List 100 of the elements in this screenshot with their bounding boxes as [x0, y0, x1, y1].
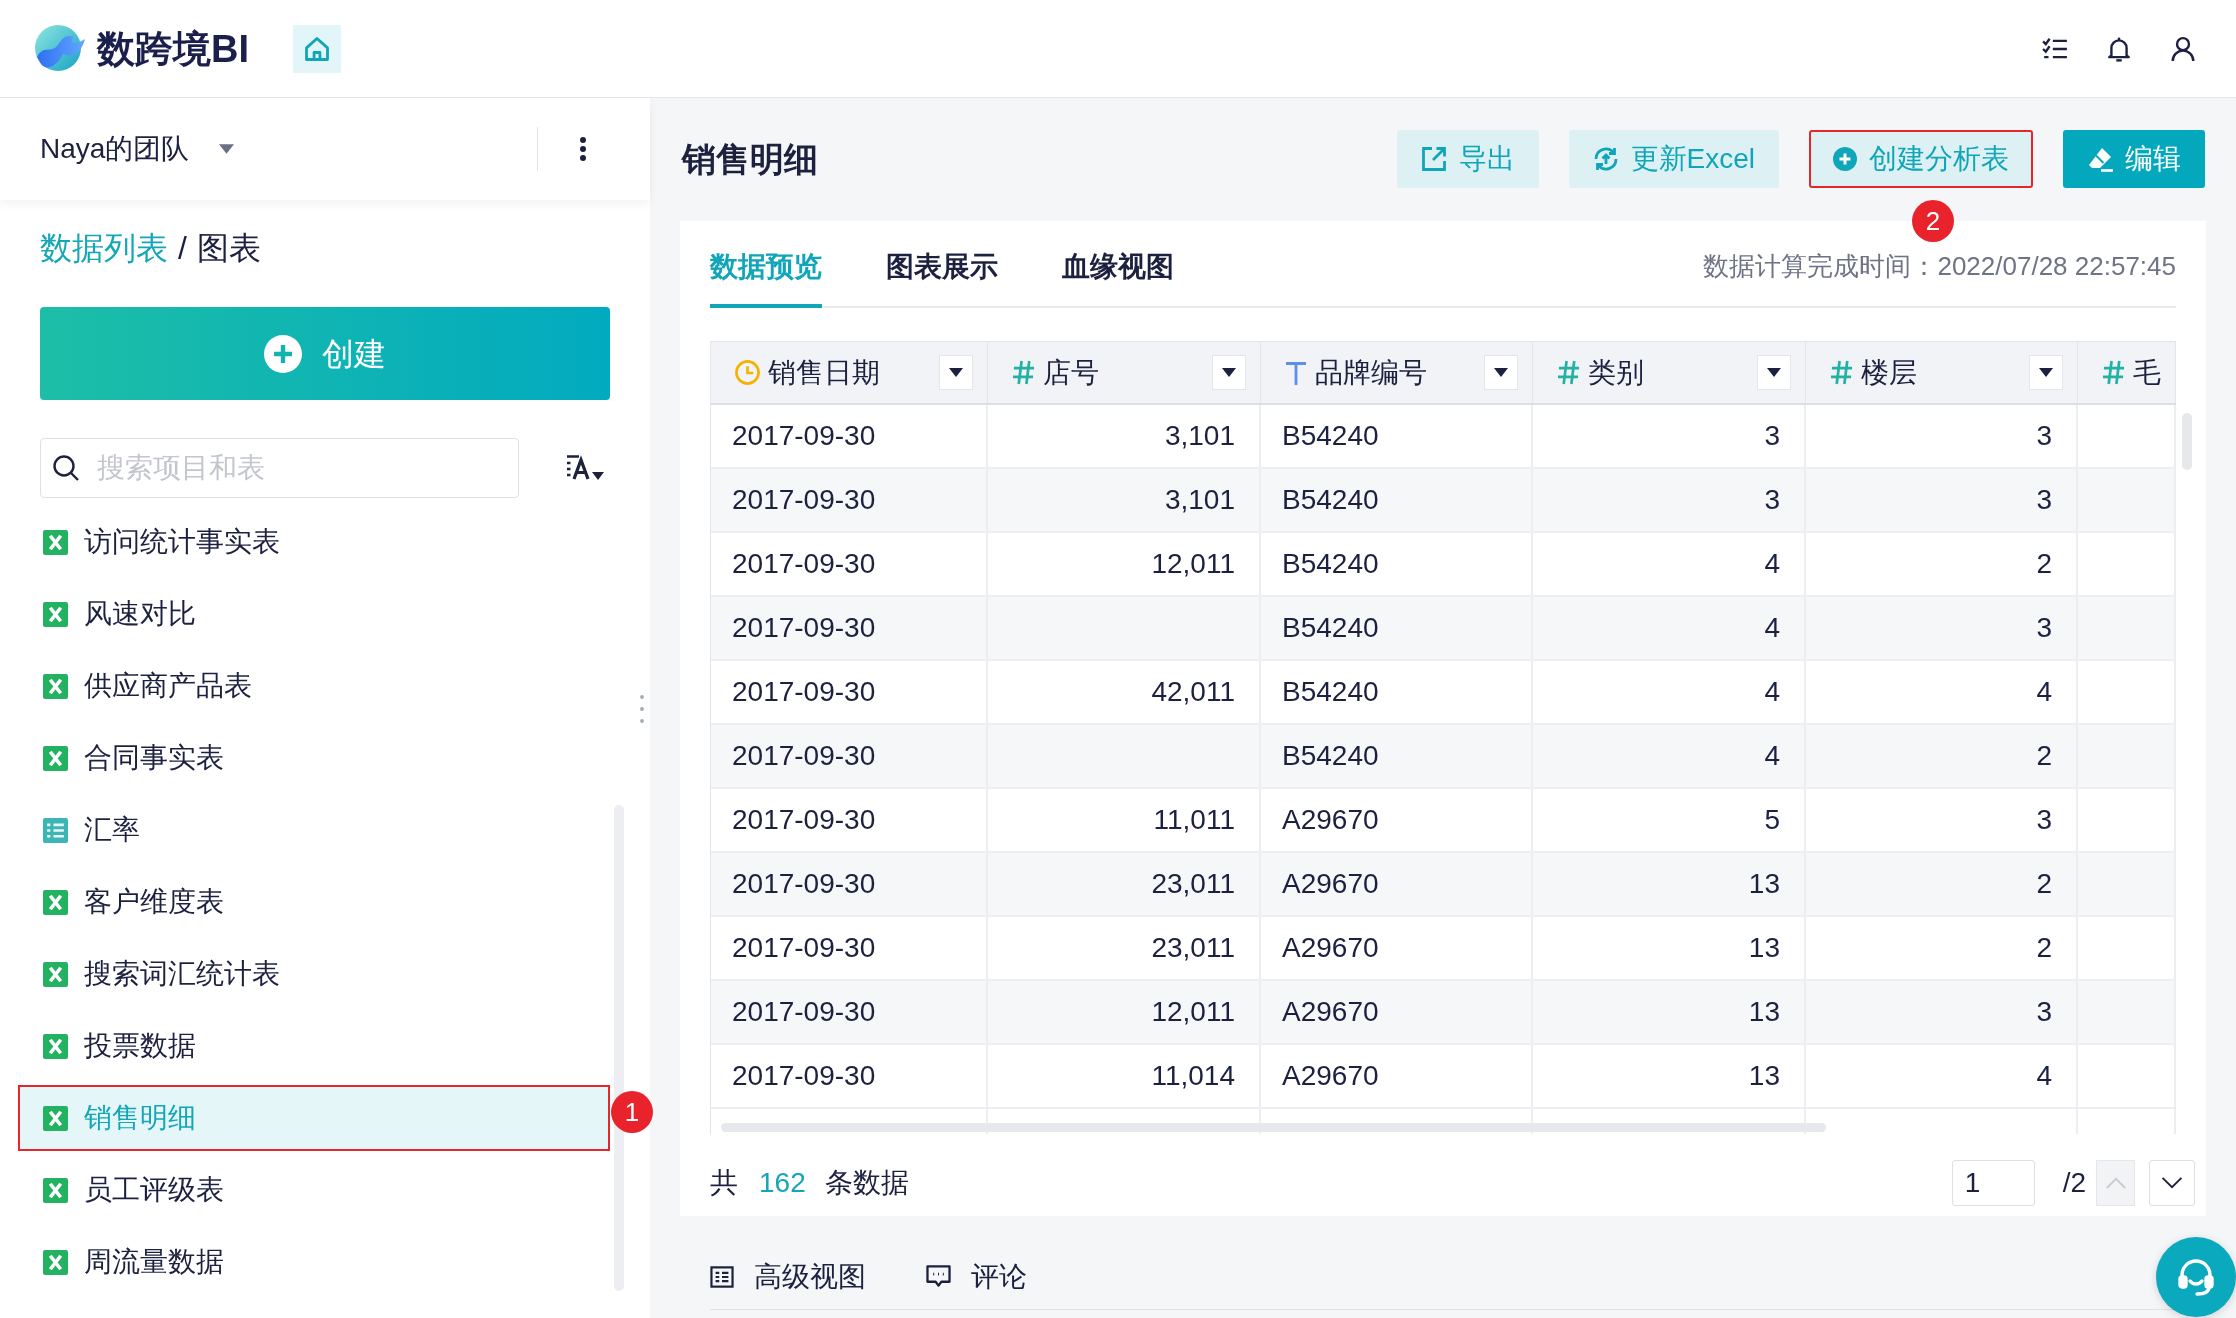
tab[interactable]: 血缘视图 — [1062, 221, 1174, 308]
step-marker: 1 — [611, 1091, 653, 1133]
spreadsheet-icon — [43, 529, 68, 555]
column-title: 毛 — [2133, 355, 2161, 390]
total-label: 条数据 — [824, 1166, 909, 1200]
caret-down-icon — [949, 368, 963, 377]
page-input[interactable]: 1 — [1951, 1160, 2035, 1206]
spreadsheet-icon — [43, 961, 68, 987]
table-cell: 3,101 — [988, 469, 1261, 531]
resize-handle-icon[interactable] — [640, 695, 644, 723]
user-icon[interactable] — [2170, 35, 2196, 62]
hash-icon — [1557, 360, 1580, 385]
caret-down-icon — [219, 144, 235, 154]
table-cell: 3 — [1806, 597, 2078, 659]
column-menu-button[interactable] — [939, 355, 973, 390]
chevron-down-icon — [2161, 1177, 2183, 1189]
table-cell: 3 — [1806, 789, 2078, 851]
table-cell: B54240 — [1261, 597, 1533, 659]
table-cell: B54240 — [1261, 469, 1533, 531]
column-menu-button[interactable] — [1484, 355, 1518, 390]
table-cell: 13 — [1533, 917, 1806, 979]
table-cell: 3 — [1533, 405, 1806, 467]
caret-down-icon — [2039, 368, 2053, 377]
eraser-icon — [2087, 146, 2113, 172]
table-cell: 4 — [1533, 661, 1806, 723]
team-dropdown[interactable]: Naya的团队 — [40, 128, 235, 170]
step-marker: 2 — [1912, 200, 1954, 242]
chat-button[interactable] — [2156, 1237, 2236, 1317]
column-menu-button[interactable] — [1212, 355, 1246, 390]
caret-down-icon — [1767, 368, 1781, 377]
home-button[interactable] — [293, 24, 341, 73]
table-cell: 2017-09-30 — [711, 661, 988, 723]
table-cell: B54240 — [1261, 533, 1533, 595]
scrollbar[interactable] — [614, 805, 624, 1291]
spreadsheet-icon — [43, 1033, 68, 1059]
logo-icon — [34, 23, 86, 74]
table-cell: B54240 — [1261, 661, 1533, 723]
plus-circle-icon — [1833, 147, 1857, 171]
table-cell: A29670 — [1261, 981, 1533, 1043]
clock-icon — [735, 360, 760, 385]
more-menu-icon[interactable] — [580, 137, 586, 161]
caret-down-icon — [1222, 368, 1236, 377]
table-cell: 2017-09-30 — [711, 533, 988, 595]
table-cell: 12,011 — [988, 981, 1261, 1043]
notification-bell-icon[interactable] — [2106, 35, 2132, 62]
column-title: 销售日期 — [768, 355, 880, 390]
list-panel-icon — [710, 1265, 734, 1288]
column-title: 楼层 — [1861, 355, 1917, 390]
vertical-scrollbar[interactable] — [2182, 413, 2192, 470]
search-icon — [53, 455, 79, 481]
horizontal-scrollbar[interactable] — [721, 1123, 1826, 1132]
comment-icon — [926, 1265, 951, 1288]
caret-down-icon — [1494, 368, 1508, 377]
table-cell: 3 — [1806, 405, 2078, 467]
home-icon — [303, 34, 331, 63]
tab[interactable]: 图表展示 — [886, 221, 998, 308]
table-cell: 11,014 — [988, 1045, 1261, 1107]
hash-icon — [1830, 360, 1853, 385]
spreadsheet-icon — [43, 1249, 68, 1275]
table-cell: 2017-09-30 — [711, 981, 988, 1043]
table-cell: 12,011 — [988, 533, 1261, 595]
external-link-icon — [1420, 146, 1447, 172]
table-cell: 4 — [1533, 597, 1806, 659]
page-total: /2 — [2062, 1166, 2086, 1200]
total-label: 共 — [710, 1166, 738, 1200]
table-cell: 2 — [1806, 533, 2078, 595]
table-cell: 3 — [1806, 469, 2078, 531]
column-title: 类别 — [1588, 355, 1644, 390]
panel-tab[interactable]: 评论 — [926, 1255, 1027, 1298]
table-cell: A29670 — [1261, 789, 1533, 851]
table-cell: 2017-09-30 — [711, 789, 988, 851]
column-title: 店号 — [1043, 355, 1099, 390]
table-cell: 13 — [1533, 1045, 1806, 1107]
calculation-time: 数据计算完成时间：2022/07/28 22:57:45 — [1703, 250, 2176, 283]
table-cell: 2 — [1806, 725, 2078, 787]
page-title: 销售明细 — [680, 138, 818, 180]
column-menu-button[interactable] — [1757, 355, 1791, 390]
spreadsheet-icon — [43, 1105, 68, 1131]
next-page-button[interactable] — [2149, 1160, 2195, 1206]
column-title: 品牌编号 — [1315, 355, 1427, 390]
table-cell: 3,101 — [988, 405, 1261, 467]
spreadsheet-icon — [43, 673, 68, 699]
search-field[interactable]: 搜索项目和表 — [40, 438, 519, 498]
table-cell: 23,011 — [988, 853, 1261, 915]
panel-tab[interactable]: 高级视图 — [710, 1255, 866, 1298]
table-cell: 2 — [1806, 917, 2078, 979]
hash-icon — [2102, 360, 2125, 385]
chevron-up-icon — [2105, 1177, 2126, 1189]
logo-text: 数跨境BI — [97, 29, 249, 68]
table-cell: 5 — [1533, 789, 1806, 851]
spreadsheet-icon — [43, 1177, 68, 1203]
breadcrumb-current: 图表 — [196, 229, 261, 268]
spreadsheet-icon — [43, 601, 68, 627]
headset-icon — [2176, 1257, 2216, 1297]
table-cell: A29670 — [1261, 917, 1533, 979]
table-cell: 2017-09-30 — [711, 597, 988, 659]
table-cell: B54240 — [1261, 405, 1533, 467]
sort-icon[interactable] — [566, 454, 604, 482]
table-cell: A29670 — [1261, 853, 1533, 915]
column-menu-button[interactable] — [2029, 355, 2063, 390]
